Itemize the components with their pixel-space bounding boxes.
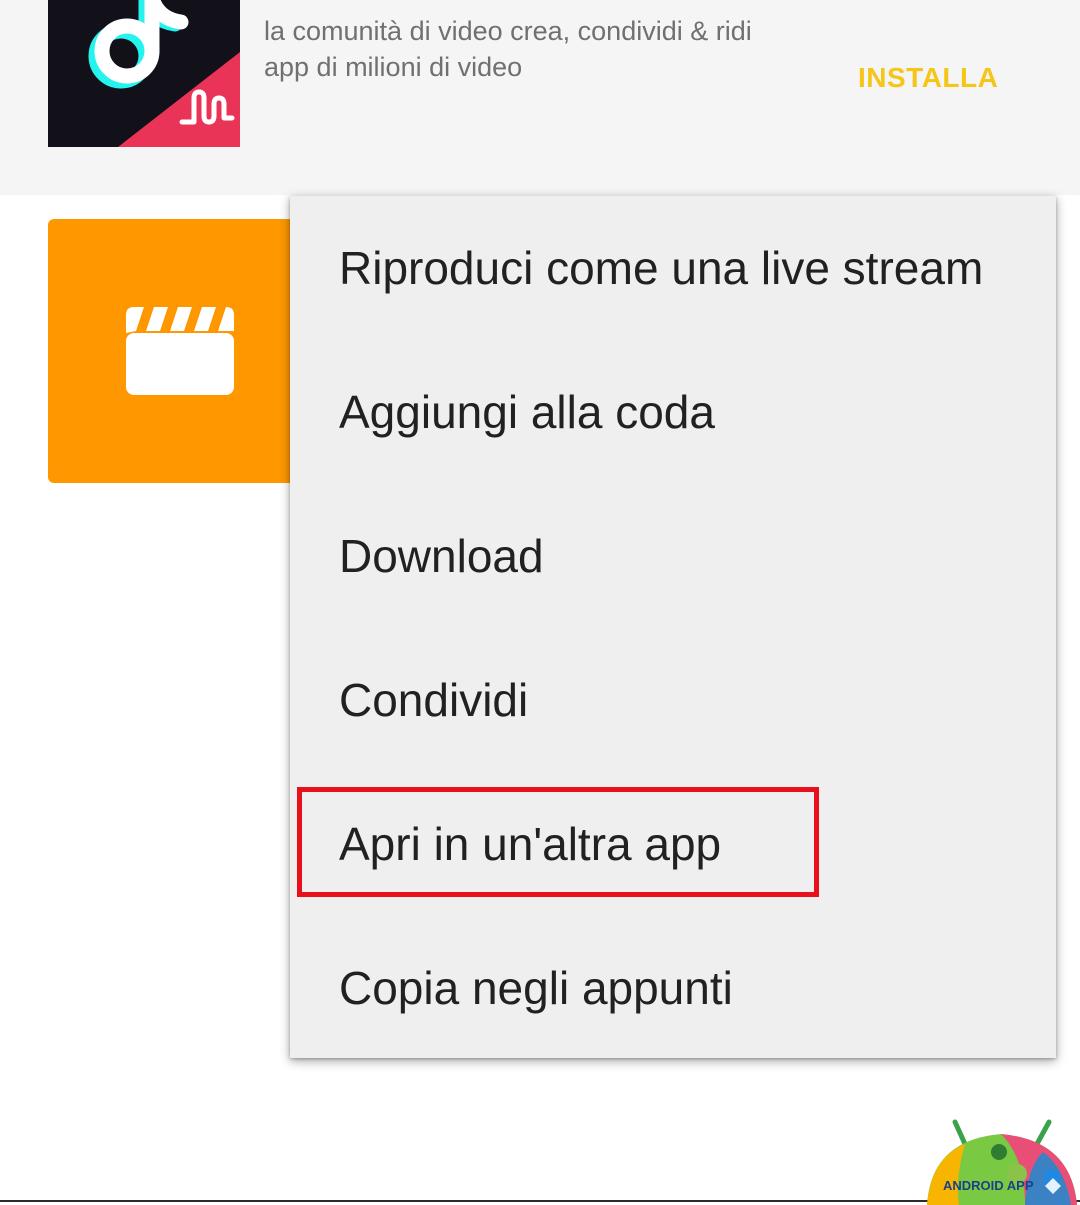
ad-banner: la comunità di video crea, condividi & r…: [0, 0, 1080, 195]
svg-text:ANDROID APP: ANDROID APP: [943, 1178, 1034, 1193]
menu-item-label: Copia negli appunti: [339, 962, 733, 1014]
menu-item-open-in-another-app[interactable]: Apri in un'altra app: [290, 772, 1056, 916]
context-menu: Riproduci come una live stream Aggiungi …: [290, 196, 1056, 1058]
menu-item-download[interactable]: Download: [290, 484, 1056, 628]
ad-description: la comunità di video crea, condividi & r…: [264, 16, 752, 82]
menu-item-label: Download: [339, 530, 544, 582]
menu-item-add-to-queue[interactable]: Aggiungi alla coda: [290, 340, 1056, 484]
clapperboard-icon: [124, 305, 236, 397]
menu-item-label: Apri in un'altra app: [339, 818, 722, 870]
tiktok-app-icon[interactable]: [48, 0, 240, 147]
menu-item-play-as-live-stream[interactable]: Riproduci come una live stream: [290, 196, 1056, 340]
install-button[interactable]: INSTALLA: [858, 62, 998, 94]
android-logo: ANDROID APP: [925, 1118, 1080, 1205]
bottom-divider: [0, 1200, 1080, 1202]
menu-item-share[interactable]: Condividi: [290, 628, 1056, 772]
menu-item-label: Aggiungi alla coda: [339, 386, 715, 438]
menu-item-label: Riproduci come una live stream: [339, 242, 984, 294]
menu-item-label: Condividi: [339, 674, 529, 726]
video-thumbnail[interactable]: [48, 219, 328, 483]
menu-item-copy-to-clipboard[interactable]: Copia negli appunti: [290, 916, 1056, 1060]
